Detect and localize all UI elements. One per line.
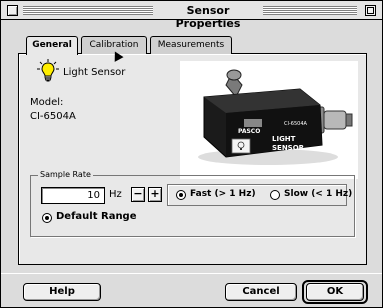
window-title: Sensor Properties (175, 4, 241, 30)
model-label: Model: (30, 97, 64, 108)
button-divider (1, 273, 382, 274)
help-button[interactable]: Help (23, 283, 101, 301)
lightbulb-icon (37, 59, 59, 82)
close-box[interactable] (7, 5, 18, 16)
photo-model: CI-6504A (284, 121, 307, 127)
fast-radio-label[interactable]: Fast (> 1 Hz) (190, 189, 256, 199)
sensor-properties-window: Sensor Properties General Calibration Me… (0, 0, 383, 308)
photo-label-line-2: SENSOR (272, 144, 305, 152)
tab-general[interactable]: General (26, 36, 78, 55)
photo-brand: PASCO (238, 128, 260, 135)
sample-rate-input[interactable]: 10 (41, 187, 105, 204)
photo-label-line-1: LIGHT (272, 135, 296, 143)
cancel-button[interactable]: Cancel (225, 283, 297, 301)
zoom-box[interactable] (365, 5, 376, 16)
ok-button[interactable]: OK (306, 283, 364, 301)
increase-rate-button[interactable]: + (148, 187, 162, 202)
fast-radio[interactable] (176, 190, 186, 200)
slow-radio[interactable] (270, 190, 280, 200)
sensor-photo: PASCO CI-6504A LIGHT SENSOR (180, 61, 358, 179)
sample-rate-unit: Hz (109, 189, 122, 200)
decrease-rate-button[interactable]: − (131, 187, 145, 202)
title-bar-stripes-left (23, 6, 153, 15)
title-bar[interactable]: Sensor Properties (1, 1, 382, 30)
default-range-radio[interactable] (42, 213, 52, 223)
model-value: CI-6504A (30, 111, 76, 122)
sample-rate-group-label: Sample Rate (38, 170, 93, 179)
title-bar-stripes-right (263, 6, 357, 15)
default-range-label[interactable]: Default Range (56, 211, 137, 222)
slow-radio-label[interactable]: Slow (< 1 Hz) (284, 189, 352, 199)
tab-measurements[interactable]: Measurements (150, 36, 232, 54)
sensor-name: Light Sensor (63, 67, 126, 78)
